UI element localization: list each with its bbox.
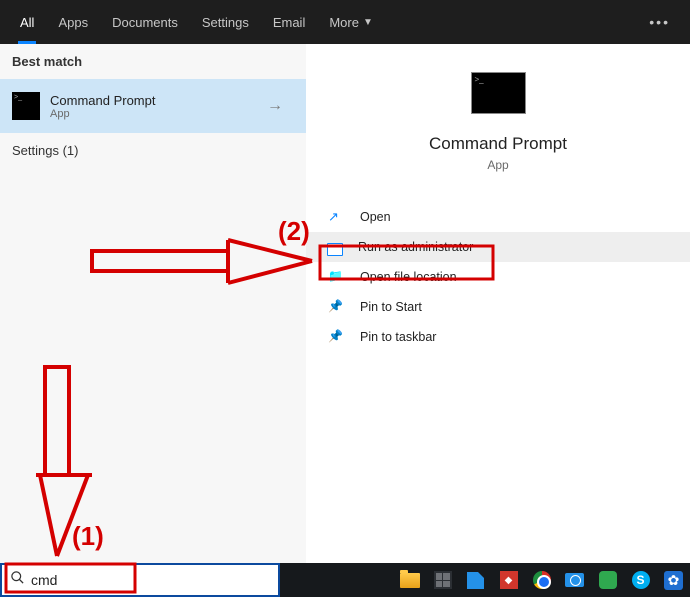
search-input[interactable] (31, 572, 270, 588)
search-filter-tabs: All Apps Documents Settings Email More▼ … (0, 0, 690, 44)
pin-icon (328, 299, 344, 315)
folder-icon (328, 269, 344, 285)
document-icon (467, 572, 484, 589)
open-icon (328, 209, 344, 225)
search-icon (10, 570, 25, 590)
green-app-icon (599, 571, 617, 589)
best-match-heading: Best match (0, 44, 306, 79)
preview-title: Command Prompt (429, 134, 567, 154)
action-label: Open (360, 210, 391, 224)
result-subtitle: App (50, 108, 155, 120)
taskbar-file-explorer[interactable] (393, 563, 426, 597)
taskbar-settings-app[interactable]: ✿ (657, 563, 690, 597)
run-admin-icon (328, 244, 342, 255)
more-options-button[interactable]: ••• (637, 14, 682, 30)
action-open[interactable]: Open (306, 202, 690, 232)
diamond-icon: ◆ (500, 571, 518, 589)
expand-arrow-icon[interactable]: → (256, 79, 294, 133)
taskbar-microsoft-store[interactable] (426, 563, 459, 597)
pin-icon (328, 329, 344, 345)
folder-icon (400, 573, 420, 588)
settings-category[interactable]: Settings (1) (0, 133, 306, 168)
tab-apps[interactable]: Apps (46, 0, 100, 44)
taskbar-search-box[interactable] (0, 563, 280, 597)
store-icon (434, 571, 452, 589)
taskbar-red-app[interactable]: ◆ (492, 563, 525, 597)
action-label: Pin to taskbar (360, 330, 436, 344)
taskbar-green-app[interactable] (591, 563, 624, 597)
taskbar: ◆ S ✿ (0, 563, 690, 597)
taskbar-document-app[interactable] (459, 563, 492, 597)
tab-more[interactable]: More▼ (317, 0, 385, 44)
tab-settings[interactable]: Settings (190, 0, 261, 44)
recorder-icon (565, 573, 584, 587)
action-label: Pin to Start (360, 300, 422, 314)
tab-email[interactable]: Email (261, 0, 318, 44)
action-label: Open file location (360, 270, 457, 284)
preview-subtitle: App (487, 158, 508, 172)
taskbar-recorder[interactable] (558, 563, 591, 597)
action-open-file-location[interactable]: Open file location (306, 262, 690, 292)
best-match-result[interactable]: >_ Command Prompt App → (0, 79, 306, 133)
result-title: Command Prompt (50, 93, 155, 108)
skype-icon: S (632, 571, 650, 589)
taskbar-chrome[interactable] (525, 563, 558, 597)
tab-all[interactable]: All (8, 0, 46, 44)
settings-icon: ✿ (664, 571, 683, 590)
command-prompt-icon (471, 72, 526, 114)
action-pin-to-start[interactable]: Pin to Start (306, 292, 690, 322)
chevron-down-icon: ▼ (363, 17, 373, 28)
taskbar-skype[interactable]: S (624, 563, 657, 597)
tab-documents[interactable]: Documents (100, 0, 190, 44)
action-pin-to-taskbar[interactable]: Pin to taskbar (306, 322, 690, 352)
action-run-as-administrator[interactable]: Run as administrator (306, 232, 690, 262)
command-prompt-icon: >_ (12, 92, 40, 120)
chrome-icon (533, 571, 551, 589)
action-label: Run as administrator (358, 240, 473, 254)
